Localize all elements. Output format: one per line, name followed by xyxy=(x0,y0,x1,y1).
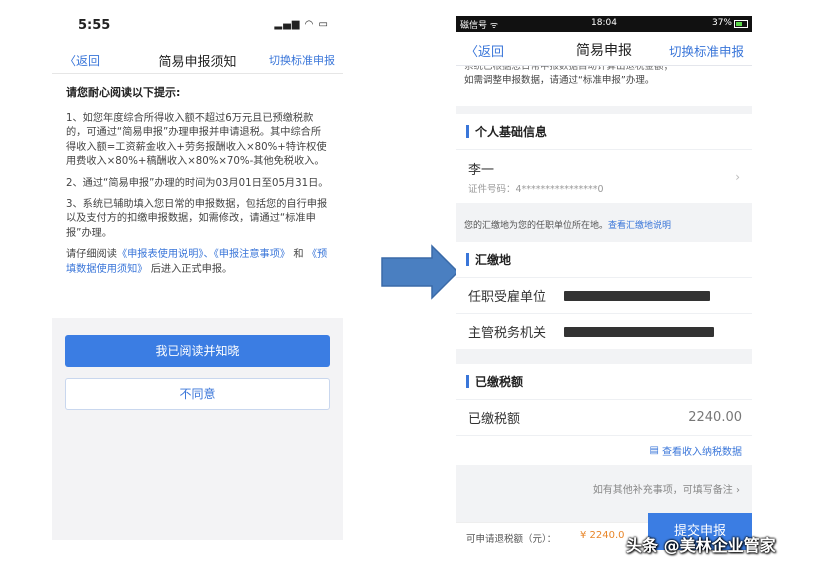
basic-info-section: 个人基础信息 李一 证件号码：4****************0 › xyxy=(456,114,752,203)
document-icon: ▤ xyxy=(649,445,659,456)
tax-office-row[interactable]: 主管税务机关 xyxy=(456,313,752,349)
nav-bar: 〈返回 简易申报须知 切换标准申报 xyxy=(52,44,343,74)
employer-row[interactable]: 任职受雇单位 xyxy=(456,277,752,313)
nav-bar: 〈返回 简易申报 切换标准申报 xyxy=(456,32,752,66)
paid-tax-value: 2240.00 xyxy=(688,410,742,425)
paid-tax-row: 已缴税额 2240.00 xyxy=(456,399,752,435)
section-header: 已缴税额 xyxy=(456,364,752,399)
signal-wifi-battery-icon: ▂▄▆ ◠ ▭ xyxy=(274,19,329,30)
person-row[interactable]: 李一 证件号码：4****************0 › xyxy=(456,149,752,203)
id-number: 证件号码：4****************0 xyxy=(468,183,604,195)
battery-icon xyxy=(734,20,748,28)
location-note: 您的汇缴地为您的任职单位所在地。查看汇缴地说明 xyxy=(464,221,672,231)
huijiao-section: 汇缴地 任职受雇单位 主管税务机关 xyxy=(456,242,752,349)
chevron-right-icon: › xyxy=(735,170,740,184)
status-bar: 5:55 ▂▄▆ ◠ ▭ xyxy=(52,0,343,44)
instructions-link[interactable]: 《申报表使用说明》、《申报注意事项》 xyxy=(117,249,290,260)
remark-link[interactable]: 如有其他补充事项，可填写备注 › xyxy=(456,476,752,506)
refund-value: ¥ 2240.0 xyxy=(580,530,625,541)
notice-paragraph-4: 请仔细阅读《申报表使用说明》、《申报注意事项》 和 《预填数据使用须知》 后进入… xyxy=(66,249,328,275)
paid-tax-section: 已缴税额 已缴税额 2240.00 ▤ 查看收入纳税数据 xyxy=(456,364,752,465)
switch-standard-button[interactable]: 切换标准申报 xyxy=(269,52,335,68)
notice-paragraph-2: 2、通过“简易申报”办理的时间为03月01日至05月31日。 xyxy=(66,177,329,189)
status-bar: 磁信号 ᯤ 18:04 37% xyxy=(456,16,752,32)
person-name: 李一 xyxy=(468,162,495,178)
right-phone-screen: 磁信号 ᯤ 18:04 37% 〈返回 简易申报 切换标准申报 系统已根据您日常… xyxy=(456,16,752,550)
battery-percent: 37% xyxy=(711,18,732,28)
view-income-link[interactable]: ▤ 查看收入纳税数据 xyxy=(456,435,752,465)
section-header: 个人基础信息 xyxy=(456,114,752,149)
notice-body: 请您耐心阅读以下提示: 1、如您年度综合所得收入额不超过6万元且已预缴税款的，可… xyxy=(52,74,343,318)
notice-heading: 请您耐心阅读以下提示: xyxy=(66,86,181,99)
notice-text: 系统已根据您日常申报数据自动计算出退税金额； 如需调整申报数据，请通过“标准申报… xyxy=(456,66,752,106)
redacted-value xyxy=(564,290,710,301)
switch-standard-button[interactable]: 切换标准申报 xyxy=(669,41,744,60)
disagree-button[interactable]: 不同意 xyxy=(65,378,330,410)
status-time: 18:04 xyxy=(591,18,617,28)
section-header: 汇缴地 xyxy=(456,242,752,277)
location-help-link[interactable]: 查看汇缴地说明 xyxy=(608,221,671,231)
notice-paragraph-3: 3、系统已辅助填入您日常的申报数据，包括您的自行申报以及支付方的扣缴申报数据，如… xyxy=(66,199,328,239)
notice-paragraph-1: 1、如您年度综合所得收入额不超过6万元且已预缴税款的，可通过“简易申报”办理申报… xyxy=(66,113,327,168)
agree-button[interactable]: 我已阅读并知晓 xyxy=(65,335,330,367)
arrow-right-icon xyxy=(381,244,460,300)
watermark: 头条 @美林企业管家 xyxy=(626,536,776,555)
status-time: 5:55 xyxy=(78,18,111,33)
redacted-value xyxy=(564,326,714,337)
refund-label: 可申请退税额（元）： xyxy=(466,534,557,545)
left-phone-screen: 5:55 ▂▄▆ ◠ ▭ 〈返回 简易申报须知 切换标准申报 请您耐心阅读以下提… xyxy=(52,0,343,540)
